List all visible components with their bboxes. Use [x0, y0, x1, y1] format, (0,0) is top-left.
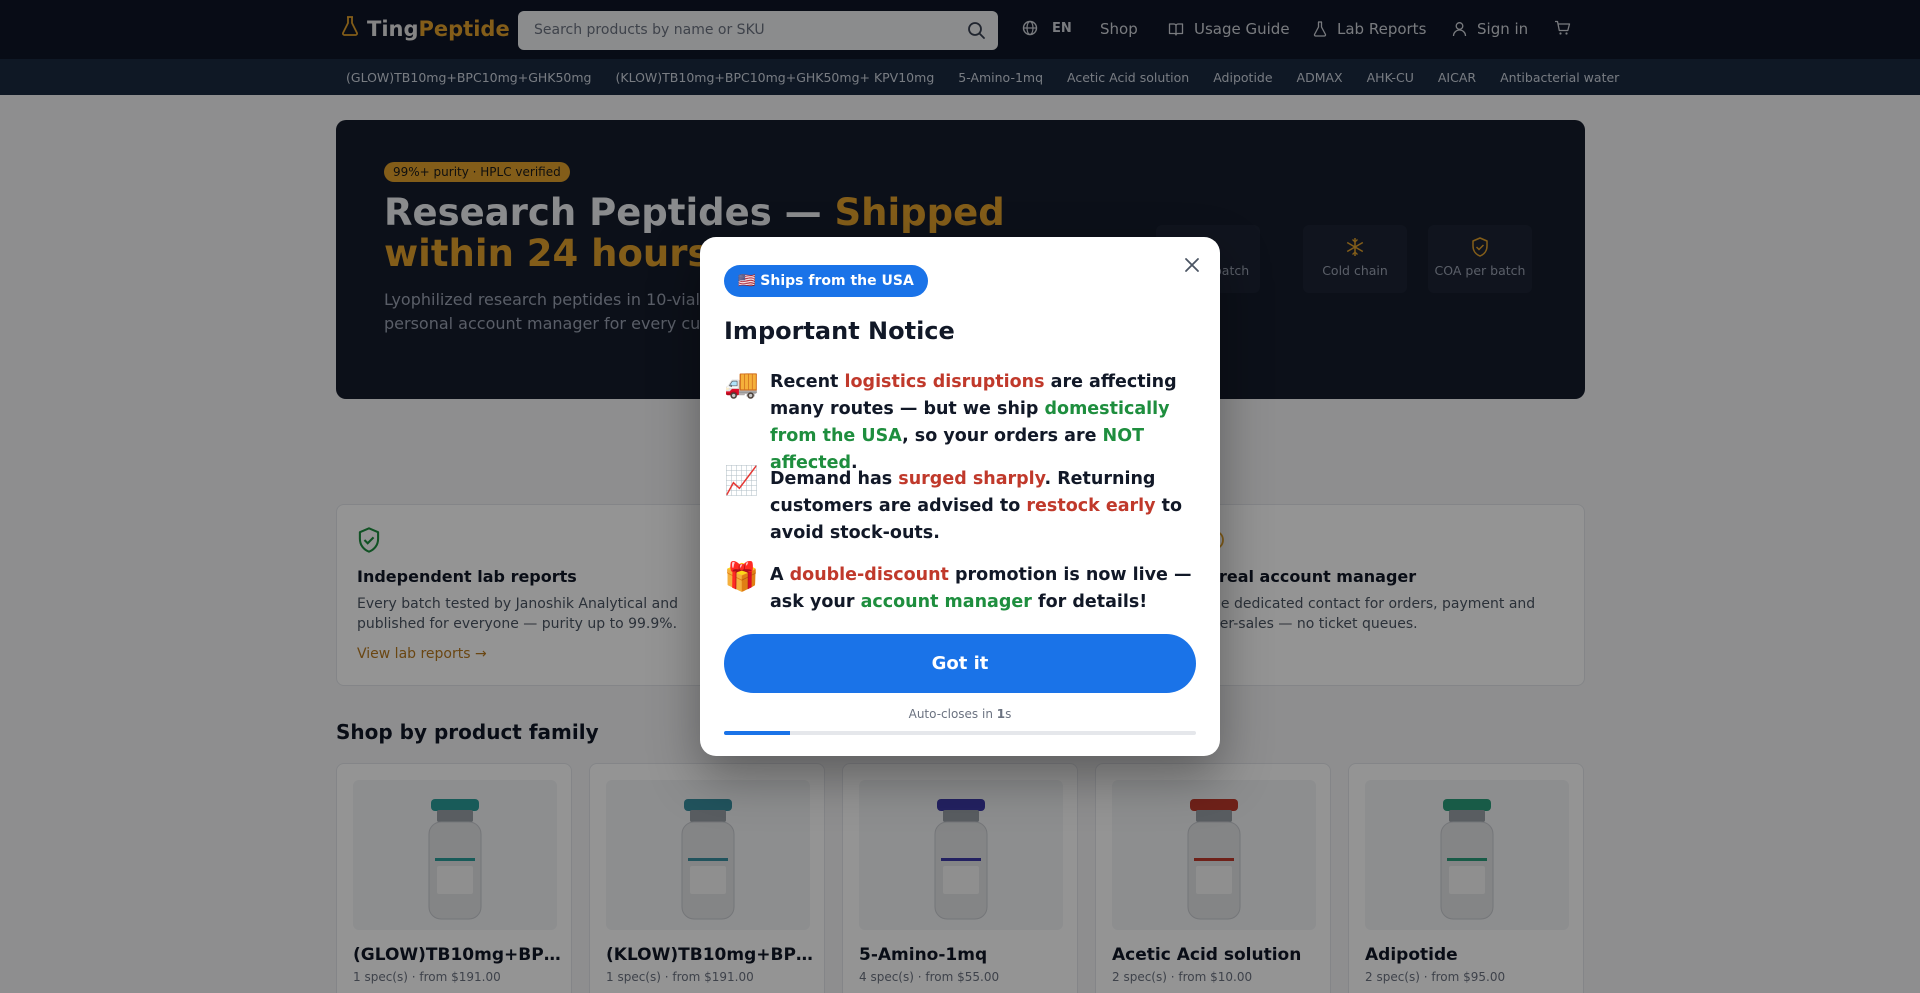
close-icon[interactable]: [1182, 255, 1202, 275]
auto-close-seconds: 1: [996, 707, 1006, 721]
notice-highlight: logistics disruptions: [844, 372, 1045, 392]
important-notice-modal: 🇺🇸 Ships from the USA Important Notice 🚚…: [700, 237, 1220, 756]
notice-text: A double-discount promotion is now live …: [770, 562, 1196, 616]
notice-highlight: account manager: [860, 592, 1032, 612]
notice-item-promotion: 🎁 A double-discount promotion is now liv…: [724, 562, 1196, 616]
notice-text-part: , so your orders are: [902, 426, 1103, 446]
notice-text-part: for details!: [1031, 592, 1148, 612]
notice-highlight: surged sharply: [898, 469, 1045, 489]
auto-close-progress-bar: [724, 731, 1196, 735]
notice-item-demand: 📈 Demand has surged sharply. Returning c…: [724, 466, 1196, 547]
got-it-button[interactable]: Got it: [724, 634, 1196, 693]
notice-text: Demand has surged sharply. Returning cus…: [770, 466, 1196, 547]
modal-title: Important Notice: [724, 317, 955, 345]
gift-icon: 🎁: [724, 560, 759, 593]
auto-close-text: Auto-closes in 1s: [700, 707, 1220, 721]
notice-highlight: restock early: [1026, 496, 1156, 516]
notice-text-part: A: [770, 565, 790, 585]
notice-text-part: Recent: [770, 372, 845, 392]
auto-close-prefix: Auto-closes in: [908, 707, 997, 721]
notice-item-logistics: 🚚 Recent logistics disruptions are affec…: [724, 369, 1196, 477]
chart-up-icon: 📈: [724, 464, 759, 497]
progress-fill: [724, 731, 791, 735]
truck-icon: 🚚: [724, 367, 759, 400]
notice-text: Recent logistics disruptions are affecti…: [770, 369, 1196, 477]
notice-highlight: double-discount: [789, 565, 949, 585]
auto-close-suffix: s: [1005, 707, 1012, 721]
notice-text-part: Demand has: [770, 469, 899, 489]
ships-from-usa-badge: 🇺🇸 Ships from the USA: [724, 265, 928, 297]
